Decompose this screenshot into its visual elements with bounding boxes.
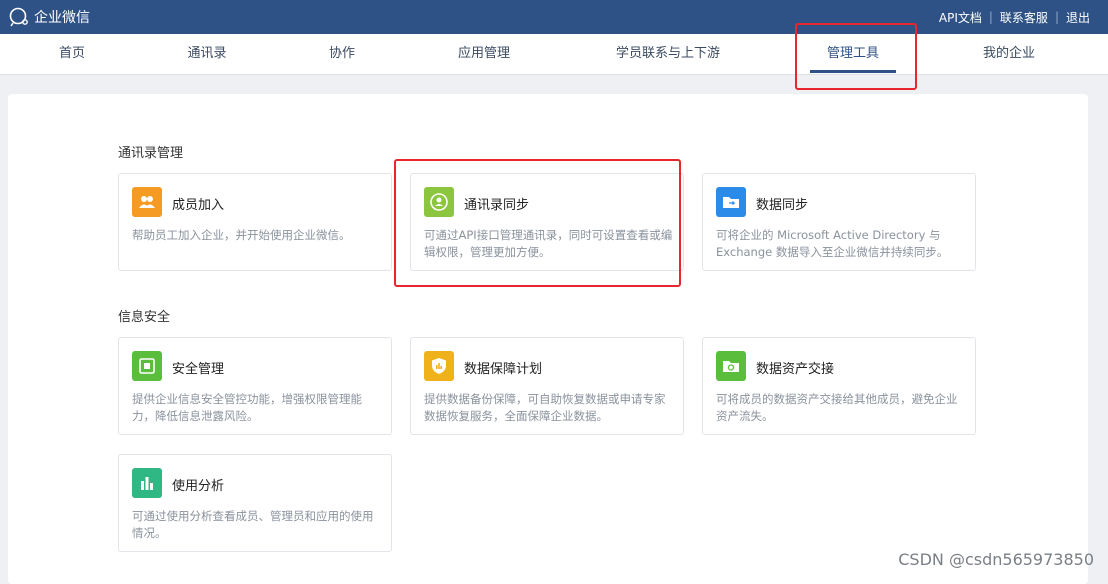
wecom-logo-icon <box>9 7 28 27</box>
active-tab-indicator <box>810 70 896 73</box>
section-title-contacts: 通讯录管理 <box>118 146 184 161</box>
card-data-protection[interactable]: 数据保障计划 提供数据备份保障，可自助恢复数据或申请专家数据恢复服务，全面保障企… <box>410 337 684 435</box>
card-contacts-sync[interactable]: 通讯录同步 可通过API接口管理通讯录，同时可设置查看或编辑权限，管理更加方便。 <box>410 173 684 271</box>
card-title: 成员加入 <box>172 198 225 213</box>
nav-app-management[interactable]: 应用管理 <box>458 34 510 74</box>
api-docs-link[interactable]: API文档 <box>939 9 982 26</box>
card-title: 数据同步 <box>756 198 809 213</box>
card-desc: 提供数据备份保障，可自助恢复数据或申请专家数据恢复服务，全面保障企业数据。 <box>424 392 666 423</box>
folder-transfer-icon <box>716 351 746 381</box>
main-nav: 首页 通讯录 协作 应用管理 学员联系与上下游 管理工具 我的企业 <box>0 34 1108 75</box>
card-data-asset-handover[interactable]: 数据资产交接 可将成员的数据资产交接给其他成员，避免企业资产流失。 <box>702 337 976 435</box>
divider: | <box>988 10 993 24</box>
nav-student-contacts[interactable]: 学员联系与上下游 <box>616 34 720 74</box>
top-links: API文档 | 联系客服 | 退出 <box>939 0 1090 34</box>
logout-link[interactable]: 退出 <box>1066 9 1090 26</box>
watermark: CSDN @csdn565973850 <box>898 550 1094 569</box>
card-title: 使用分析 <box>172 479 225 494</box>
nav-home[interactable]: 首页 <box>59 34 85 74</box>
card-title: 数据保障计划 <box>464 362 543 377</box>
safe-icon <box>132 351 162 381</box>
bar-chart-icon <box>132 468 162 498</box>
brand[interactable]: 企业微信 <box>8 5 90 29</box>
divider: | <box>1054 10 1059 24</box>
card-title: 安全管理 <box>172 362 225 377</box>
nav-collaboration[interactable]: 协作 <box>329 34 355 74</box>
card-usage-analysis[interactable]: 使用分析 可通过使用分析查看成员、管理员和应用的使用情况。 <box>118 454 392 552</box>
nav-my-enterprise[interactable]: 我的企业 <box>983 34 1035 74</box>
card-title: 通讯录同步 <box>464 198 530 213</box>
card-desc: 可通过使用分析查看成员、管理员和应用的使用情况。 <box>132 509 374 540</box>
shield-icon <box>424 351 454 381</box>
folder-sync-icon <box>716 187 746 217</box>
card-desc: 可将成员的数据资产交接给其他成员，避免企业资产流失。 <box>716 392 958 423</box>
card-desc: 提供企业信息安全管控功能，增强权限管理能力，降低信息泄露风险。 <box>132 392 362 423</box>
contact-support-link[interactable]: 联系客服 <box>1000 9 1048 26</box>
contacts-sync-icon <box>424 187 454 217</box>
card-desc: 可将企业的 Microsoft Active Directory 与 Excha… <box>716 228 949 259</box>
top-bar: 企业微信 API文档 | 联系客服 | 退出 <box>0 0 1108 34</box>
card-title: 数据资产交接 <box>756 362 835 377</box>
card-desc: 可通过API接口管理通讯录，同时可设置查看或编辑权限，管理更加方便。 <box>424 228 673 259</box>
card-data-sync[interactable]: 数据同步 可将企业的 Microsoft Active Directory 与 … <box>702 173 976 271</box>
members-icon <box>132 187 162 217</box>
section-title-security: 信息安全 <box>118 310 171 325</box>
app-name: 企业微信 <box>34 10 90 26</box>
card-member-join[interactable]: 成员加入 帮助员工加入企业，并开始使用企业微信。 <box>118 173 392 271</box>
nav-contacts[interactable]: 通讯录 <box>187 34 226 74</box>
card-security-management[interactable]: 安全管理 提供企业信息安全管控功能，增强权限管理能力，降低信息泄露风险。 <box>118 337 392 435</box>
nav-management-tools[interactable]: 管理工具 <box>827 34 879 74</box>
card-desc: 帮助员工加入企业，并开始使用企业微信。 <box>132 228 351 242</box>
